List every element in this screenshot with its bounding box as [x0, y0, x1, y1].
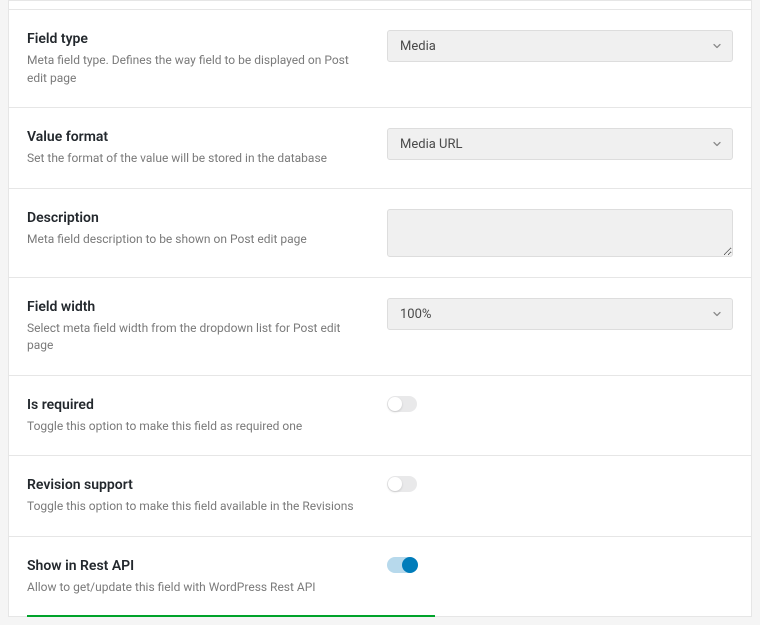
- label-col: Field width Select meta field width from…: [27, 298, 387, 355]
- label-col: Is required Toggle this option to make t…: [27, 396, 387, 436]
- description-title: Description: [27, 209, 363, 227]
- label-col: Revision support Toggle this option to m…: [27, 476, 387, 516]
- row-description: Description Meta field description to be…: [9, 189, 751, 278]
- input-col: 100%: [387, 298, 733, 330]
- field-width-desc: Select meta field width from the dropdow…: [27, 320, 363, 355]
- input-col: Media URL: [387, 128, 733, 160]
- input-col: [387, 396, 733, 412]
- value-format-select-value: Media URL: [387, 128, 733, 160]
- toggle-knob-icon: [388, 477, 402, 491]
- value-format-title: Value format: [27, 128, 363, 146]
- is-required-toggle[interactable]: [387, 396, 417, 412]
- row-field-type: Field type Meta field type. Defines the …: [9, 10, 751, 108]
- revision-support-desc: Toggle this option to make this field av…: [27, 498, 363, 515]
- field-width-select-value: 100%: [387, 298, 733, 330]
- value-format-select[interactable]: Media URL: [387, 128, 733, 160]
- field-type-desc: Meta field type. Defines the way field t…: [27, 52, 363, 87]
- value-format-desc: Set the format of the value will be stor…: [27, 150, 363, 167]
- toggle-knob-icon: [388, 397, 402, 411]
- label-col: Field type Meta field type. Defines the …: [27, 30, 387, 87]
- active-row-underline-icon: [27, 615, 435, 617]
- revision-support-toggle[interactable]: [387, 476, 417, 492]
- row-field-width: Field width Select meta field width from…: [9, 278, 751, 376]
- input-col: [387, 557, 733, 573]
- label-col: Value format Set the format of the value…: [27, 128, 387, 168]
- show-in-rest-desc: Allow to get/update this field with Word…: [27, 579, 363, 596]
- row-top-edge: [9, 1, 751, 10]
- toggle-knob-icon: [402, 557, 418, 573]
- field-width-select[interactable]: 100%: [387, 298, 733, 330]
- row-show-in-rest: Show in Rest API Allow to get/update thi…: [9, 537, 751, 617]
- revision-support-title: Revision support: [27, 476, 363, 494]
- row-revision-support: Revision support Toggle this option to m…: [9, 456, 751, 537]
- label-col: Show in Rest API Allow to get/update thi…: [27, 557, 387, 597]
- show-in-rest-toggle[interactable]: [387, 557, 417, 573]
- label-col: Description Meta field description to be…: [27, 209, 387, 249]
- input-col: Media: [387, 30, 733, 62]
- is-required-title: Is required: [27, 396, 363, 414]
- row-is-required: Is required Toggle this option to make t…: [9, 376, 751, 457]
- input-col: [387, 476, 733, 492]
- field-type-title: Field type: [27, 30, 363, 48]
- is-required-desc: Toggle this option to make this field as…: [27, 418, 363, 435]
- row-value-format: Value format Set the format of the value…: [9, 108, 751, 189]
- description-desc: Meta field description to be shown on Po…: [27, 231, 363, 248]
- field-type-select-value: Media: [387, 30, 733, 62]
- meta-field-settings-panel: Field type Meta field type. Defines the …: [8, 0, 752, 617]
- description-textarea[interactable]: [387, 209, 733, 257]
- show-in-rest-title: Show in Rest API: [27, 557, 363, 575]
- field-type-select[interactable]: Media: [387, 30, 733, 62]
- input-col: [387, 209, 733, 257]
- field-width-title: Field width: [27, 298, 363, 316]
